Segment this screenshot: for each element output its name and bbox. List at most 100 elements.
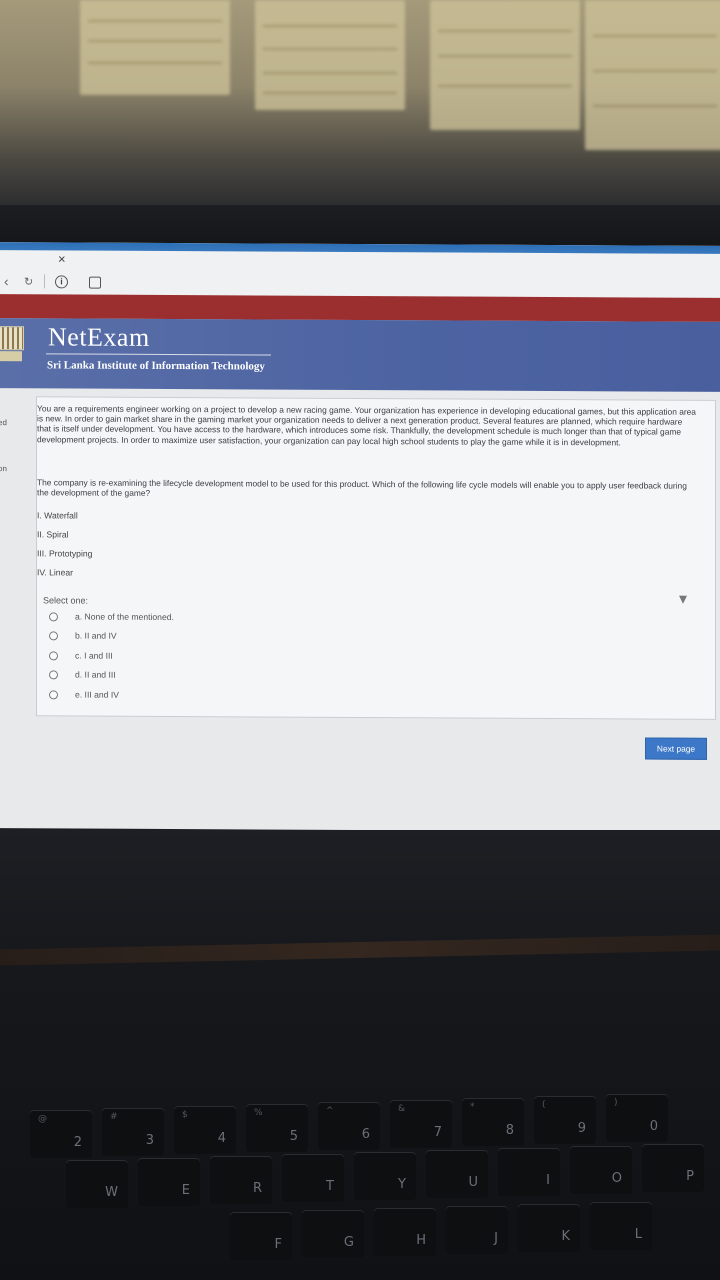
key-label: 4 <box>217 1131 226 1146</box>
key-label: F <box>274 1237 282 1252</box>
key-symbol: ^ <box>326 1106 334 1116</box>
key-label: 5 <box>289 1129 298 1144</box>
key-9: (9 <box>534 1096 596 1144</box>
radio-button[interactable] <box>49 690 58 700</box>
building-logo-base-icon <box>0 351 22 362</box>
key-symbol: ) <box>614 1098 618 1108</box>
brand-divider <box>46 353 271 356</box>
sticky-note <box>255 0 405 110</box>
question-panel: You are a requirements engineer working … <box>36 396 716 720</box>
key-label: O <box>611 1171 622 1186</box>
key-label: L <box>634 1227 642 1242</box>
key-u: U <box>426 1150 488 1198</box>
key-y: Y <box>354 1152 416 1200</box>
tab-close-icon[interactable]: × <box>58 251 66 266</box>
laptop-keyboard-deck: @2 #3 $4 % 5 ^ 6 & 7 * 8 (9 ) 0 W E R T Y U I… <box>0 830 720 1280</box>
background-desk-area <box>0 0 720 215</box>
key-symbol: @ <box>38 1114 47 1124</box>
sticky-note <box>430 0 580 130</box>
sidebar-fragment: ed <box>0 418 7 428</box>
key-7: & 7 <box>390 1100 452 1148</box>
key-label: U <box>468 1175 478 1190</box>
key-f: F <box>230 1212 292 1260</box>
address-divider <box>44 274 45 289</box>
key-symbol: * <box>470 1102 475 1112</box>
key-symbol: % <box>254 1108 263 1118</box>
key-label: I <box>546 1173 550 1188</box>
key-label: E <box>181 1183 190 1198</box>
mouse-cursor-icon <box>679 595 687 604</box>
key-5: % 5 <box>246 1104 308 1152</box>
choice-label: c. I and III <box>75 650 113 661</box>
key-label: R <box>252 1181 262 1196</box>
sticky-note <box>80 0 230 95</box>
key-label: Y <box>398 1177 406 1192</box>
chevron-left-icon[interactable]: ‹ <box>4 273 9 289</box>
laptop-screen: × ‹ ↻ i NetExam Sri Lanka Institute of I… <box>0 242 720 832</box>
key-label: G <box>343 1235 354 1250</box>
radio-button[interactable] <box>49 612 58 622</box>
key-h: H <box>374 1208 436 1256</box>
key-0: ) 0 <box>606 1094 668 1142</box>
key-label: 6 <box>361 1127 370 1142</box>
choice-label: b. II and IV <box>75 630 117 641</box>
radio-button[interactable] <box>49 651 58 661</box>
key-label: W <box>105 1185 118 1200</box>
key-4: $4 <box>174 1106 236 1154</box>
key-j: J <box>446 1206 508 1254</box>
radio-button[interactable] <box>49 631 58 641</box>
brand-title: NetExam <box>48 322 150 352</box>
extension-icon[interactable] <box>89 276 101 289</box>
institution-subtitle: Sri Lanka Institute of Information Techn… <box>47 359 265 373</box>
key-i: I <box>498 1148 560 1196</box>
browser-toolbar: × ‹ ↻ i <box>0 250 720 300</box>
select-one-label: Select one: <box>43 595 89 606</box>
key-t: T <box>282 1154 344 1202</box>
key-r: R <box>210 1156 272 1204</box>
key-k: K <box>518 1204 580 1252</box>
key-l: L <box>590 1202 652 1250</box>
key-label: J <box>494 1231 498 1246</box>
key-label: 9 <box>577 1121 586 1136</box>
key-8: * 8 <box>462 1098 524 1146</box>
deck-trim <box>0 934 720 966</box>
key-e: E <box>138 1158 200 1206</box>
question-paragraph-2: The company is re-examining the lifecycl… <box>37 477 687 499</box>
next-page-button[interactable]: Next page <box>645 737 707 760</box>
sticky-note <box>585 0 720 150</box>
key-o: O <box>570 1146 632 1194</box>
key-label: T <box>326 1179 334 1194</box>
key-2: @2 <box>30 1110 92 1158</box>
key-label: H <box>416 1233 426 1248</box>
radio-button[interactable] <box>49 670 58 680</box>
key-g: G <box>302 1210 364 1258</box>
item-line: III. Prototyping <box>37 548 93 559</box>
key-label: 0 <box>649 1119 658 1134</box>
info-icon[interactable]: i <box>55 275 68 289</box>
key-label: P <box>686 1169 694 1184</box>
key-label: 8 <box>505 1123 514 1138</box>
key-6: ^ 6 <box>318 1102 380 1150</box>
item-line: IV. Linear <box>37 567 73 578</box>
reload-icon[interactable]: ↻ <box>24 275 33 288</box>
choice-label: e. III and IV <box>75 689 119 700</box>
question-paragraph-1: You are a requirements engineer working … <box>37 403 696 447</box>
key-p: P <box>642 1144 704 1192</box>
site-header: NetExam Sri Lanka Institute of Informati… <box>0 318 720 392</box>
sidebar-fragment: on <box>0 464 7 474</box>
key-label: 2 <box>73 1135 82 1150</box>
item-line: I. Waterfall <box>37 510 78 521</box>
key-symbol: $ <box>182 1110 188 1120</box>
key-symbol: & <box>398 1104 406 1114</box>
key-label: 3 <box>145 1133 154 1148</box>
choice-label: a. None of the mentioned. <box>75 611 174 623</box>
choice-label: d. II and III <box>75 669 116 680</box>
key-label: 7 <box>433 1125 442 1140</box>
item-line: II. Spiral <box>37 529 69 540</box>
key-3: #3 <box>102 1108 164 1156</box>
building-logo-icon <box>0 326 24 351</box>
key-w: W <box>66 1160 128 1208</box>
key-symbol: # <box>110 1112 118 1122</box>
key-symbol: ( <box>542 1100 546 1110</box>
key-label: K <box>561 1229 570 1244</box>
